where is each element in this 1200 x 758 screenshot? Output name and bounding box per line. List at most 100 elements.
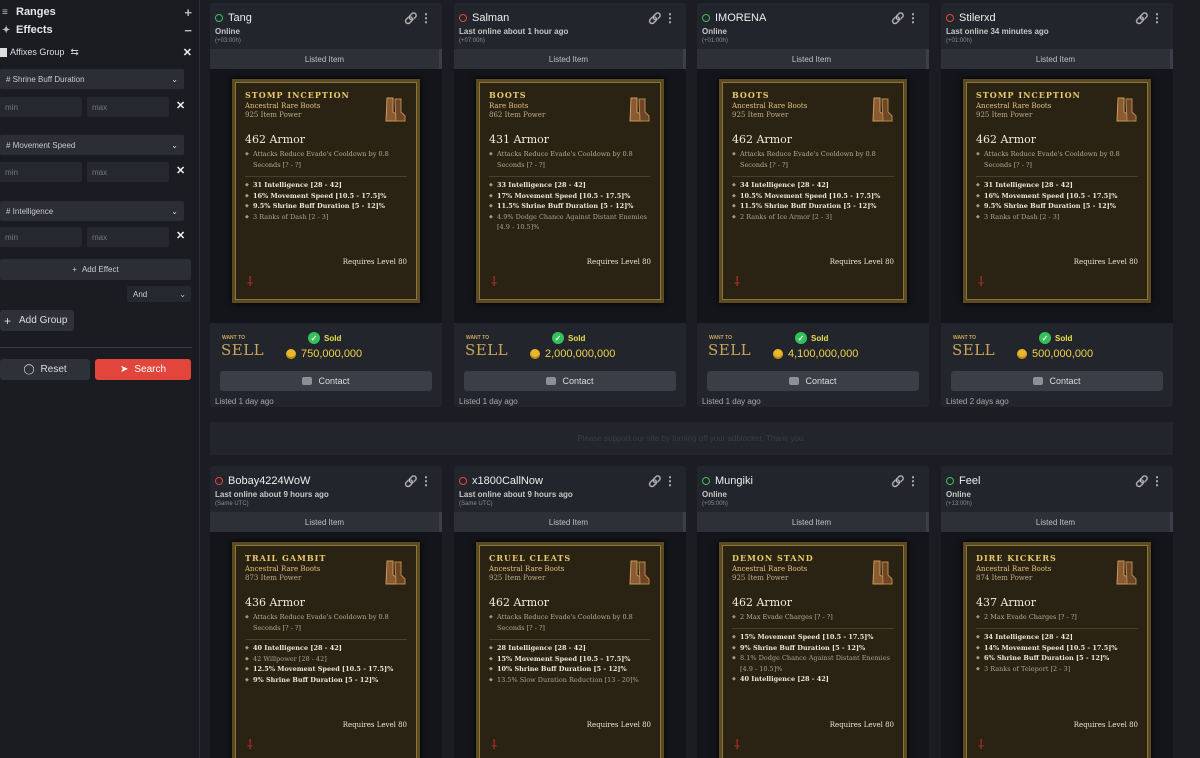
ranges-label: Ranges bbox=[16, 6, 56, 18]
seller-status: Last online about 9 hours ago bbox=[215, 490, 329, 499]
contact-button[interactable]: Contact bbox=[951, 371, 1163, 391]
seller-name[interactable]: Mungiki bbox=[715, 475, 753, 487]
more-menu-icon[interactable]: ⋮ bbox=[907, 474, 919, 488]
affix-divider bbox=[732, 176, 894, 177]
rune-icon: ⸸ bbox=[247, 738, 254, 753]
affix-line: 8.1% Dodge Chance Against Distant Enemie… bbox=[732, 653, 894, 674]
min-input[interactable]: min bbox=[0, 97, 82, 117]
link-icon[interactable]: 🔗 bbox=[1135, 12, 1149, 25]
max-input[interactable]: max bbox=[87, 162, 169, 182]
more-menu-icon[interactable]: ⋮ bbox=[664, 474, 676, 488]
affix-line: 34 Intelligence [28 - 42] bbox=[732, 180, 894, 191]
item-tooltip: Stomp Inception Ancestral Rare Boots 925 I… bbox=[232, 79, 420, 303]
offline-indicator bbox=[459, 477, 467, 485]
affix-line: 12.5% Movement Speed [10.5 - 17.5]% bbox=[245, 664, 407, 675]
chevron-down-icon: ⌄ bbox=[171, 140, 178, 150]
max-input[interactable]: max bbox=[87, 227, 169, 247]
price-value: 2,000,000,000 bbox=[545, 348, 616, 360]
listed-item-tab: Listed Item bbox=[210, 512, 442, 532]
divider bbox=[0, 347, 192, 348]
effect-select-label: # Shrine Buff Duration bbox=[6, 74, 85, 84]
more-menu-icon[interactable]: ⋮ bbox=[1151, 11, 1163, 25]
item-tooltip: Boots Ancestral Rare Boots 925 Item Power 4… bbox=[719, 79, 907, 303]
item-tooltip: Cruel Cleats Ancestral Rare Boots 925 Item… bbox=[476, 542, 664, 758]
implicit-affix: Attacks Reduce Evade's Cooldown by 0.8 S… bbox=[489, 612, 651, 634]
seller-name[interactable]: x1800CallNow bbox=[472, 475, 543, 487]
link-icon[interactable]: 🔗 bbox=[891, 475, 905, 488]
more-menu-icon[interactable]: ⋮ bbox=[420, 11, 432, 25]
seller-name[interactable]: Salman bbox=[472, 12, 509, 24]
chat-icon bbox=[789, 377, 800, 385]
more-menu-icon[interactable]: ⋮ bbox=[420, 474, 432, 488]
price: 500,000,000 bbox=[1017, 348, 1093, 360]
link-icon[interactable]: 🔗 bbox=[404, 12, 418, 25]
item-tooltip: Demon Stand Ancestral Rare Boots 925 Item … bbox=[719, 542, 907, 758]
clear-icon[interactable]: ✕ bbox=[176, 99, 185, 112]
group-checkbox[interactable] bbox=[0, 47, 7, 57]
collapse-icon[interactable]: − bbox=[184, 23, 192, 38]
item-armor: 462 Armor bbox=[245, 133, 306, 146]
rune-icon: ⸸ bbox=[491, 275, 498, 290]
offline-indicator bbox=[215, 477, 223, 485]
effect-select-movement-speed[interactable]: # Movement Speed ⌄ bbox=[0, 135, 184, 155]
contact-button[interactable]: Contact bbox=[707, 371, 919, 391]
ranges-section-header[interactable]: ≡ Ranges + bbox=[0, 5, 192, 20]
affix-line: 11.5% Shrine Buff Duration [5 - 12]% bbox=[732, 201, 894, 212]
more-menu-icon[interactable]: ⋮ bbox=[1151, 474, 1163, 488]
effects-section-header[interactable]: ✦ Effects − bbox=[0, 23, 192, 38]
link-icon[interactable]: 🔗 bbox=[891, 12, 905, 25]
chevron-down-icon: ⌄ bbox=[171, 74, 178, 84]
search-button[interactable]: ➤ Search bbox=[95, 359, 191, 380]
link-icon[interactable]: 🔗 bbox=[404, 475, 418, 488]
item-preview: Boots Ancestral Rare Boots 925 Item Power 4… bbox=[697, 69, 929, 323]
sell-label: SELL bbox=[708, 341, 752, 359]
listing-card: Salman Last online about 1 hour ago (+07:0… bbox=[454, 3, 686, 407]
more-menu-icon[interactable]: ⋮ bbox=[664, 11, 676, 25]
seller-name[interactable]: Stilerxd bbox=[959, 12, 996, 24]
logic-select[interactable]: And ⌄ bbox=[127, 286, 191, 302]
swap-icon[interactable]: ⇆ bbox=[70, 47, 78, 58]
effect-select-label: # Movement Speed bbox=[6, 140, 76, 150]
item-preview: Cruel Cleats Ancestral Rare Boots 925 Item… bbox=[454, 532, 686, 758]
effect-select-intelligence[interactable]: # Intelligence ⌄ bbox=[0, 201, 184, 221]
affix-line: 14% Movement Speed [10.5 - 17.5]% bbox=[976, 643, 1138, 654]
more-menu-icon[interactable]: ⋮ bbox=[907, 11, 919, 25]
seller-header: Salman Last online about 1 hour ago (+07:0… bbox=[454, 3, 686, 49]
offline-indicator bbox=[946, 14, 954, 22]
seller-timezone: (Same UTC) bbox=[215, 501, 249, 507]
filter-sidebar: ≡ Ranges + ✦ Effects − Affixes Group ⇆ ✕… bbox=[0, 0, 200, 758]
seller-name[interactable]: Tang bbox=[228, 12, 252, 24]
boots-icon bbox=[627, 96, 651, 124]
seller-name[interactable]: Feel bbox=[959, 475, 980, 487]
affix-line: 31 Intelligence [28 - 42] bbox=[245, 180, 407, 191]
link-icon[interactable]: 🔗 bbox=[1135, 475, 1149, 488]
level-requirement: Requires Level 80 bbox=[586, 258, 651, 266]
remove-group-icon[interactable]: ✕ bbox=[183, 46, 192, 59]
expand-icon[interactable]: + bbox=[184, 5, 192, 20]
contact-button[interactable]: Contact bbox=[220, 371, 432, 391]
boots-icon bbox=[870, 559, 894, 587]
seller-status: Last online about 1 hour ago bbox=[459, 27, 569, 36]
min-input[interactable]: min bbox=[0, 162, 82, 182]
online-indicator bbox=[946, 477, 954, 485]
reset-button[interactable]: ◯ Reset bbox=[0, 359, 90, 380]
add-effect-label: Add Effect bbox=[81, 265, 119, 274]
add-group-button[interactable]: + Add Group bbox=[0, 310, 74, 331]
item-preview: Dire Kickers Ancestral Rare Boots 874 Item… bbox=[941, 532, 1173, 758]
link-icon[interactable]: 🔗 bbox=[648, 475, 662, 488]
seller-name[interactable]: IMORENA bbox=[715, 12, 766, 24]
min-input[interactable]: min bbox=[0, 227, 82, 247]
affix-line: 34 Intelligence [28 - 42] bbox=[976, 632, 1138, 643]
clear-icon[interactable]: ✕ bbox=[176, 229, 185, 242]
max-input[interactable]: max bbox=[87, 97, 169, 117]
link-icon[interactable]: 🔗 bbox=[648, 12, 662, 25]
effect-select-shrine-buff[interactable]: # Shrine Buff Duration ⌄ bbox=[0, 69, 184, 89]
listed-item-tab: Listed Item bbox=[454, 512, 686, 532]
level-requirement: Requires Level 80 bbox=[829, 258, 894, 266]
seller-name[interactable]: Bobay4224WoW bbox=[228, 475, 310, 487]
ranges-icon: ≡ bbox=[2, 6, 8, 18]
contact-button[interactable]: Contact bbox=[464, 371, 676, 391]
item-armor: 462 Armor bbox=[489, 596, 550, 609]
add-effect-button[interactable]: + Add Effect bbox=[0, 259, 191, 280]
clear-icon[interactable]: ✕ bbox=[176, 164, 185, 177]
